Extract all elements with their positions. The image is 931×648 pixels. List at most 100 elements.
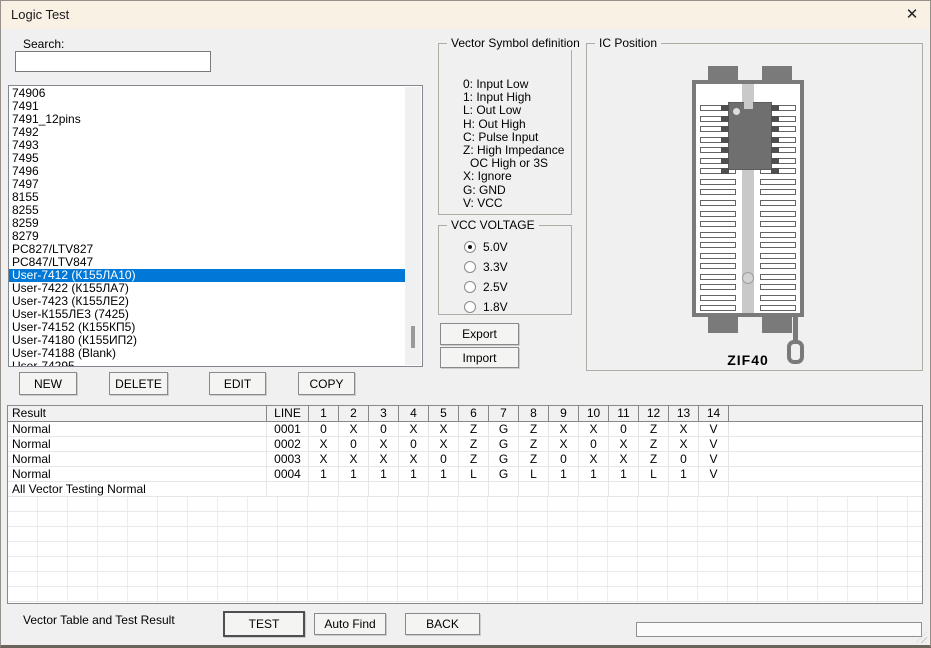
list-item[interactable]: User-74180 (К155ИП2) [9, 334, 405, 347]
new-button[interactable]: NEW [19, 372, 77, 395]
copy-button[interactable]: COPY [298, 372, 355, 395]
table-cell [519, 482, 549, 496]
table-cell: X [609, 452, 639, 466]
vector-symbol-line: V: VCC [463, 197, 564, 210]
column-header: 11 [609, 406, 639, 421]
radio-label: 5.0V [483, 240, 508, 254]
column-header: 12 [639, 406, 669, 421]
pin-contact-mark [721, 105, 729, 111]
import-button[interactable]: Import [440, 347, 519, 368]
table-cell: 1 [549, 467, 579, 481]
radio-label: 1.8V [483, 300, 508, 314]
list-item[interactable]: 7493 [9, 139, 405, 152]
ic-listbox[interactable]: 7490674917491_12pins74927493749574967497… [8, 85, 423, 367]
vcc-radio[interactable]: 3.3V [464, 260, 508, 273]
table-cell: X [669, 437, 699, 451]
table-row[interactable]: Normal00010X0XXZGZXX0ZXV [8, 422, 922, 437]
pin-slot [760, 305, 796, 311]
list-item[interactable]: 8259 [9, 217, 405, 230]
pin-slot [760, 189, 796, 195]
table-row[interactable]: All Vector Testing Normal [8, 482, 922, 497]
list-item[interactable]: 7497 [9, 178, 405, 191]
column-header: 13 [669, 406, 699, 421]
list-item[interactable]: PC827/LTV827 [9, 243, 405, 256]
table-cell: 0 [369, 422, 399, 436]
list-item[interactable]: 8255 [9, 204, 405, 217]
table-cell-filler [729, 437, 922, 451]
vector-symbol-lines: 0: Input Low1: Input HighL: Out LowH: Ou… [463, 78, 564, 210]
empty-grid-area [8, 497, 922, 603]
list-item[interactable]: 7491 [9, 100, 405, 113]
list-item[interactable]: User-7412 (К155ЛА10) [9, 269, 405, 282]
titlebar: Logic Test ✕ [1, 1, 930, 29]
scrollbar-thumb[interactable] [411, 326, 415, 348]
radio-label: 3.3V [483, 260, 508, 274]
table-cell: 0 [549, 452, 579, 466]
list-item[interactable]: PC847/LTV847 [9, 256, 405, 269]
list-item[interactable]: 8279 [9, 230, 405, 243]
radio-label: 2.5V [483, 280, 508, 294]
list-item[interactable]: 74906 [9, 87, 405, 100]
vcc-radio[interactable]: 2.5V [464, 280, 508, 293]
table-row[interactable]: Normal000411111LGL111L1V [8, 467, 922, 482]
auto-find-button[interactable]: Auto Find [314, 613, 386, 635]
list-item[interactable]: User-7422 (К155ЛА7) [9, 282, 405, 295]
edit-button[interactable]: EDIT [209, 372, 266, 395]
table-cell [429, 482, 459, 496]
ic-position-group-title: IC Position [595, 36, 661, 50]
list-item[interactable]: User-74188 (Blank) [9, 347, 405, 360]
list-item[interactable]: 7491_12pins [9, 113, 405, 126]
vcc-options: 5.0V 3.3V 2.5V 1.8V [464, 240, 508, 313]
list-item[interactable]: User-74152 (К155КП5) [9, 321, 405, 334]
pin-slot [700, 232, 736, 238]
vcc-radio[interactable]: 1.8V [464, 300, 508, 313]
table-cell: Z [639, 452, 669, 466]
table-cell: X [399, 452, 429, 466]
back-button[interactable]: BACK [405, 613, 480, 635]
table-cell-filler [729, 422, 922, 436]
table-cell: Z [519, 437, 549, 451]
pin-slot [700, 253, 736, 259]
pin-slot [760, 295, 796, 301]
logic-test-dialog: Logic Test ✕ Search: 7490674917491_12pin… [0, 0, 931, 648]
table-cell: X [549, 422, 579, 436]
vcc-voltage-group: VCC VOLTAGE 5.0V3.3V2.5V1.8V [438, 225, 572, 315]
test-button[interactable]: TEST [223, 611, 305, 637]
close-icon[interactable]: ✕ [901, 4, 923, 26]
vector-symbol-line: L: Out Low [463, 104, 564, 117]
socket-top-tab [708, 66, 738, 80]
table-cell: 0001 [267, 422, 309, 436]
pin1-dot [733, 108, 740, 115]
pin-slot [700, 211, 736, 217]
list-item[interactable]: User-7423 (К155ЛЕ2) [9, 295, 405, 308]
list-item[interactable]: 7492 [9, 126, 405, 139]
pin-contact-mark [771, 158, 779, 164]
table-cell: X [369, 437, 399, 451]
search-input[interactable] [15, 51, 211, 72]
list-item[interactable]: User-74295 [9, 360, 405, 367]
table-cell: Z [639, 422, 669, 436]
delete-button[interactable]: DELETE [109, 372, 168, 395]
table-cell: Z [459, 422, 489, 436]
table-cell: Z [639, 437, 669, 451]
export-button[interactable]: Export [440, 323, 519, 345]
list-item[interactable]: 7496 [9, 165, 405, 178]
table-row[interactable]: Normal0003XXXX0ZGZ0XXZ0V [8, 452, 922, 467]
table-row[interactable]: Normal0002X0X0XZGZX0XZXV [8, 437, 922, 452]
pin-slot [760, 200, 796, 206]
list-item[interactable]: 8155 [9, 191, 405, 204]
result-table[interactable]: ResultLINE1234567891011121314 Normal0001… [7, 405, 923, 604]
pin-slot [700, 284, 736, 290]
table-cell: X [579, 422, 609, 436]
listbox-scrollbar[interactable] [405, 87, 421, 365]
ic-list-items: 7490674917491_12pins74927493749574967497… [9, 87, 422, 367]
table-cell: V [699, 452, 729, 466]
vcc-radio[interactable]: 5.0V [464, 240, 508, 253]
list-item[interactable]: User-К155ЛЕ3 (7425) [9, 308, 405, 321]
list-item[interactable]: 7495 [9, 152, 405, 165]
table-cell [639, 482, 669, 496]
column-header: 10 [579, 406, 609, 421]
table-cell [339, 482, 369, 496]
progress-bar [636, 622, 922, 637]
table-cell: 1 [339, 467, 369, 481]
